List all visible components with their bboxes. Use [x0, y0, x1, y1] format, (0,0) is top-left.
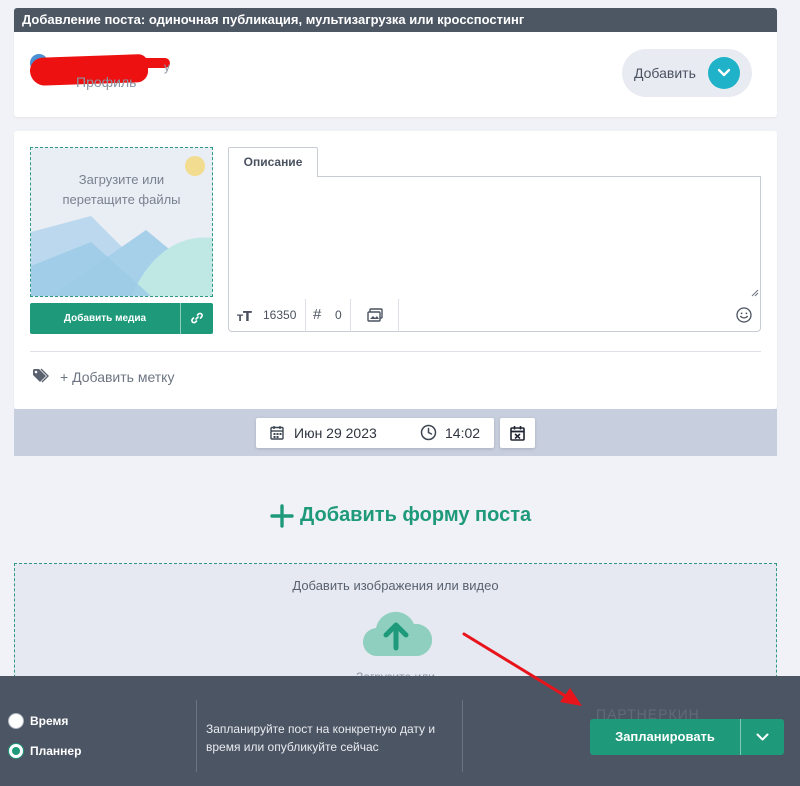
radio-planner-label: Планнер: [30, 744, 82, 758]
tab-description[interactable]: Описание: [228, 147, 318, 177]
gallery-icon[interactable]: [367, 308, 383, 322]
radio-time-label: Время: [30, 714, 69, 728]
schedule-hint: Запланируйте пост на конкретную дату и в…: [206, 722, 436, 754]
datetime-picker[interactable]: Июн 29 2023 14:02: [256, 418, 494, 448]
add-tag-link[interactable]: + Добавить метку: [60, 369, 174, 385]
mountains-illustration-icon: [31, 156, 212, 296]
schedule-button-label: Запланировать: [615, 729, 715, 744]
schedule-options-dropdown[interactable]: [741, 719, 784, 755]
profile[interactable]: y Профиль: [29, 52, 190, 92]
page-title: Добавление поста: одиночная публикация, …: [14, 8, 777, 32]
divider: [196, 700, 197, 772]
chevron-down-icon: [756, 733, 769, 741]
resize-grip-icon[interactable]: [751, 289, 759, 297]
calendar-icon: [270, 426, 284, 440]
tag-icon: [33, 368, 49, 383]
time-value: 14:02: [445, 425, 481, 441]
schedule-strip: Июн 29 2023 14:02: [14, 409, 777, 456]
redaction-mark-tail: [90, 58, 170, 68]
clear-date-button[interactable]: [500, 418, 535, 448]
divider: [462, 700, 463, 772]
add-button-label: Добавить: [634, 65, 696, 81]
description-input[interactable]: [228, 176, 761, 300]
plus-icon: [270, 504, 294, 528]
link-icon: [191, 312, 203, 324]
media-dropzone[interactable]: Загрузите или перетащите файлы: [30, 147, 213, 297]
add-post-form-label: Добавить форму поста: [300, 504, 532, 526]
chevron-down-icon: [708, 57, 740, 89]
add-media-by-link-button[interactable]: [181, 303, 213, 334]
add-account-button[interactable]: Добавить: [622, 49, 752, 97]
post-editor: Загрузите или перетащите файлы Добавить …: [14, 131, 777, 409]
hashtag-icon[interactable]: #: [313, 299, 321, 331]
divider: [30, 351, 761, 352]
add-media-button[interactable]: Добавить медиа: [30, 303, 213, 334]
emoji-icon[interactable]: [736, 307, 752, 323]
image-video-dropzone[interactable]: Добавить изображения или видео Загрузите…: [14, 563, 777, 693]
radio-time[interactable]: [8, 713, 24, 729]
bottom-action-bar: Время Планнер Запланируйте пост на конкр…: [0, 676, 800, 786]
svg-text:T: T: [243, 310, 252, 323]
cloud-upload-icon: [362, 611, 432, 657]
calendar-clear-icon: [510, 426, 525, 441]
clock-icon: [420, 424, 437, 441]
annotation-arrow-icon: [462, 632, 582, 706]
dropzone-title: Добавить изображения или видео: [292, 578, 499, 593]
profile-label: Профиль: [76, 74, 137, 90]
hashtag-count: 0: [335, 308, 342, 322]
radio-planner[interactable]: [8, 743, 24, 759]
date-value: Июн 29 2023: [294, 425, 377, 441]
description-toolbar: T T 16350 # 0: [228, 299, 761, 332]
add-media-label: Добавить медиа: [63, 313, 147, 324]
text-size-icon[interactable]: T T: [237, 309, 253, 323]
schedule-button[interactable]: Запланировать: [590, 719, 784, 755]
character-count: 16350: [263, 308, 297, 322]
account-card: Добавление поста: одиночная публикация, …: [14, 8, 777, 117]
profile-name: y: [164, 60, 170, 74]
